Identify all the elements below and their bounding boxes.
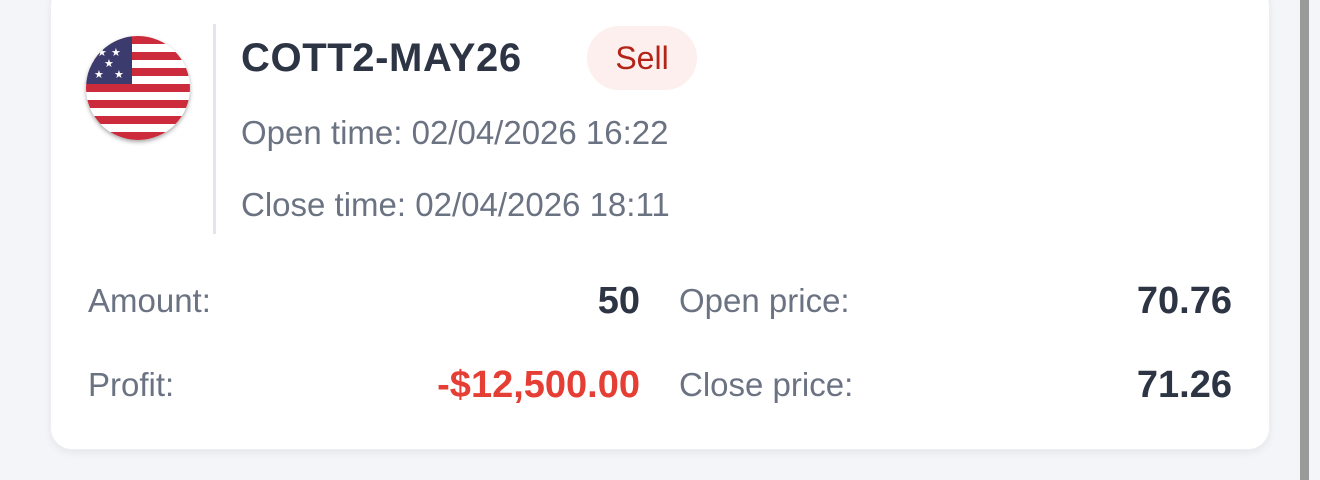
amount-value: 50 bbox=[597, 280, 640, 322]
profit-label: Profit: bbox=[88, 366, 175, 403]
close-time-label: Close time: bbox=[241, 186, 407, 223]
amount-label: Amount: bbox=[88, 282, 211, 319]
instrument-symbol: COTT2-MAY26 bbox=[241, 36, 522, 80]
close-price-value: 71.26 bbox=[1136, 364, 1232, 406]
us-flag-icon: ★ ★ ★ ★ ★ bbox=[86, 36, 190, 140]
svg-text:★: ★ bbox=[114, 68, 124, 81]
header-divider bbox=[213, 24, 216, 234]
scrollbar[interactable] bbox=[1300, 0, 1309, 480]
open-time-label: Open time: bbox=[241, 114, 403, 151]
open-time-value: 02/04/2026 16:22 bbox=[411, 114, 669, 151]
close-time: Close time: 02/04/2026 18:11 bbox=[241, 186, 670, 224]
svg-text:★: ★ bbox=[104, 57, 114, 70]
open-price-value: 70.76 bbox=[1136, 280, 1232, 322]
close-price-label: Close price: bbox=[679, 366, 854, 403]
svg-text:★: ★ bbox=[94, 68, 104, 81]
profit-value: -$12,500.00 bbox=[437, 364, 640, 406]
trade-side-badge: Sell bbox=[587, 26, 697, 90]
open-time: Open time: 02/04/2026 16:22 bbox=[241, 114, 669, 152]
open-price-label: Open price: bbox=[679, 282, 850, 319]
close-time-value: 02/04/2026 18:11 bbox=[415, 186, 670, 223]
